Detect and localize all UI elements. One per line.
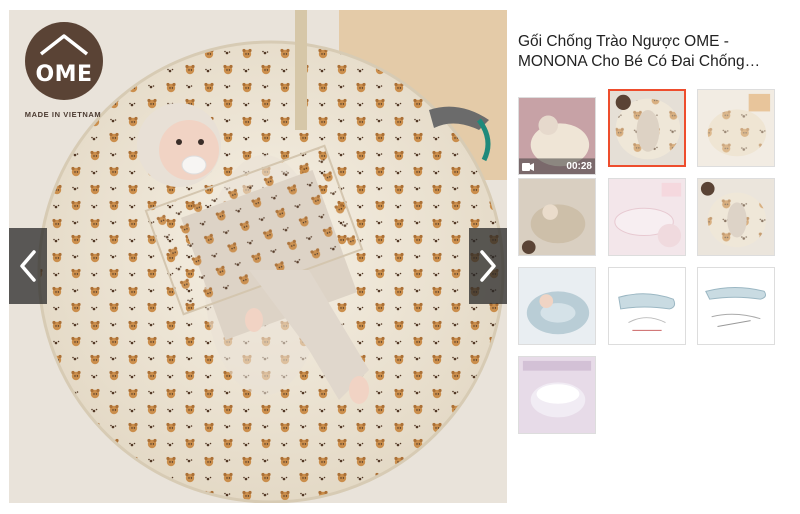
thumbnail-7[interactable] — [518, 267, 596, 345]
logo-caption: MADE IN VIETNAM — [24, 110, 102, 119]
thumbnail-image — [698, 268, 774, 344]
logo-wordmark: OME — [35, 62, 93, 87]
prev-image-button[interactable] — [9, 228, 47, 304]
product-title-line-1: Gối Chống Trào Ngược OME - — [518, 33, 729, 50]
video-duration: 00:28 — [566, 161, 592, 172]
thumbnail-image — [610, 91, 684, 165]
thumbnail-image — [519, 357, 595, 433]
thumbnail-10[interactable] — [518, 356, 596, 434]
thumbnail-image — [519, 179, 595, 255]
logo-badge: OME — [25, 22, 103, 100]
thumbnail-4[interactable] — [518, 178, 596, 256]
thumbnail-image — [698, 90, 774, 166]
thumbnail-image — [609, 268, 685, 344]
brand-logo: OME MADE IN VIETNAM — [24, 22, 104, 119]
thumbnail-video[interactable]: 00:28 — [518, 97, 596, 175]
thumbnail-image — [698, 179, 774, 255]
chevron-left-icon — [20, 250, 36, 282]
main-product-image[interactable]: OME MADE IN VIETNAM — [9, 10, 507, 503]
thumbnail-9[interactable] — [697, 267, 775, 345]
thumbnail-image — [609, 179, 685, 255]
product-title: Gối Chống Trào Ngược OME - MONONA Cho Bé… — [518, 32, 783, 72]
house-icon — [39, 34, 89, 56]
thumbnail-2[interactable] — [608, 89, 686, 167]
next-image-button[interactable] — [469, 228, 507, 304]
thumbnail-6[interactable] — [697, 178, 775, 256]
thumbnail-5[interactable] — [608, 178, 686, 256]
product-title-line-2: MONONA Cho Bé Có Đai Chống… — [518, 53, 761, 70]
product-gallery-page: OME MADE IN VIETNAM Gối Chống Trào Ngược… — [0, 0, 800, 514]
chevron-right-icon — [480, 250, 496, 282]
thumbnail-image — [519, 268, 595, 344]
thumbnail-8[interactable] — [608, 267, 686, 345]
video-camera-icon — [522, 163, 534, 171]
thumbnail-3[interactable] — [697, 89, 775, 167]
